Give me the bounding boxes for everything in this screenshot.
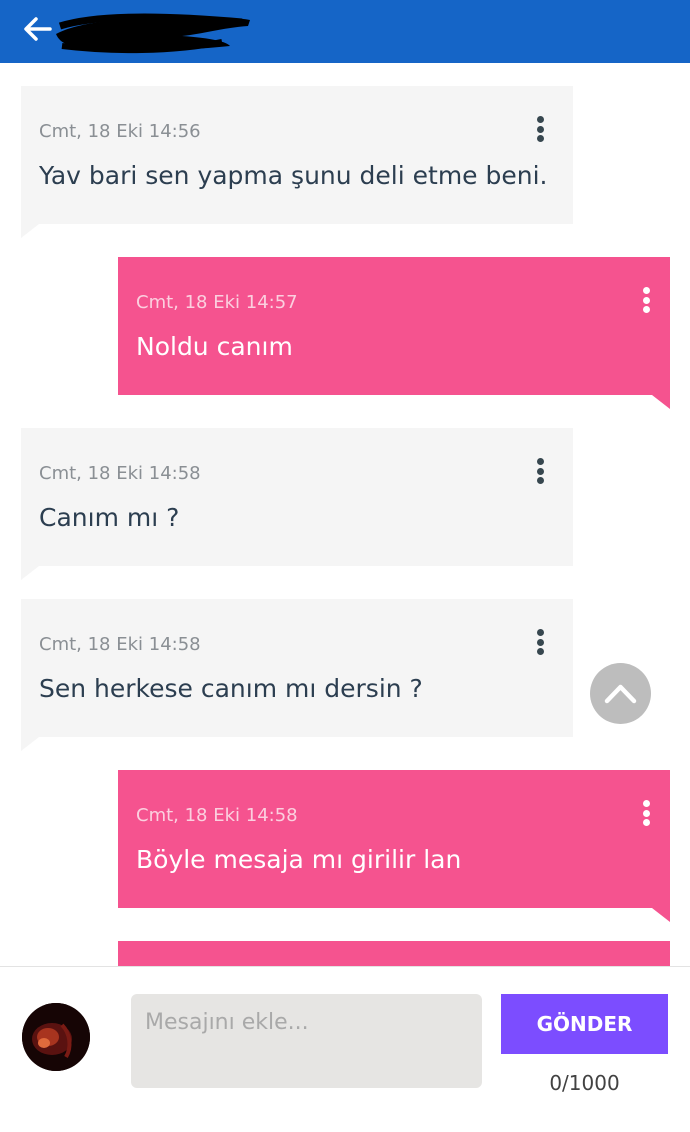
avatar-image: [22, 1003, 90, 1071]
arrow-left-icon[interactable]: [20, 12, 54, 46]
message-bubble-incoming: Cmt, 18 Eki 14:58 Sen herkese canım mı d…: [21, 599, 573, 751]
message-text: Böyle mesaja mı girilir lan: [136, 845, 462, 874]
more-vertical-icon[interactable]: [528, 625, 552, 659]
message-bubble-incoming: Cmt, 18 Eki 14:58 Canım mı ?: [21, 428, 573, 580]
message-composer: GÖNDER 0/1000: [0, 966, 690, 1132]
more-vertical-icon[interactable]: [528, 112, 552, 146]
message-bubble-outgoing: Cmt, 18 Eki 14:58 Böyle mesaja mı girili…: [118, 770, 670, 922]
message-list[interactable]: Cmt, 18 Eki 14:56 Yav bari sen yapma şun…: [0, 63, 690, 967]
message-timestamp: Cmt, 18 Eki 14:58: [39, 634, 201, 655]
message-bubble-outgoing: Cmt, 18 Eki 14:57 Noldu canım: [118, 257, 670, 409]
message-timestamp: Cmt, 18 Eki 14:56: [39, 121, 201, 142]
top-app-bar: [0, 0, 690, 63]
message-text: Canım mı ?: [39, 503, 180, 532]
avatar[interactable]: [22, 1003, 90, 1071]
more-vertical-icon[interactable]: [634, 283, 658, 317]
more-vertical-icon[interactable]: [528, 454, 552, 488]
message-timestamp: Cmt, 18 Eki 14:58: [136, 805, 298, 826]
character-counter: 0/1000: [549, 1071, 620, 1095]
redacted-username: [56, 13, 250, 54]
message-timestamp: Cmt, 18 Eki 14:58: [39, 463, 201, 484]
message-text: Yav bari sen yapma şunu deli etme beni.: [39, 161, 548, 190]
message-bubble-outgoing-partial: [118, 941, 670, 967]
chevron-up-icon: [604, 684, 637, 704]
more-vertical-icon[interactable]: [634, 796, 658, 830]
send-button[interactable]: GÖNDER: [501, 994, 668, 1054]
message-timestamp: Cmt, 18 Eki 14:57: [136, 292, 298, 313]
message-input[interactable]: [131, 994, 482, 1088]
message-text: Sen herkese canım mı dersin ?: [39, 674, 423, 703]
message-bubble-incoming: Cmt, 18 Eki 14:56 Yav bari sen yapma şun…: [21, 86, 573, 238]
scroll-to-top-button[interactable]: [590, 663, 651, 724]
message-text: Noldu canım: [136, 332, 293, 361]
